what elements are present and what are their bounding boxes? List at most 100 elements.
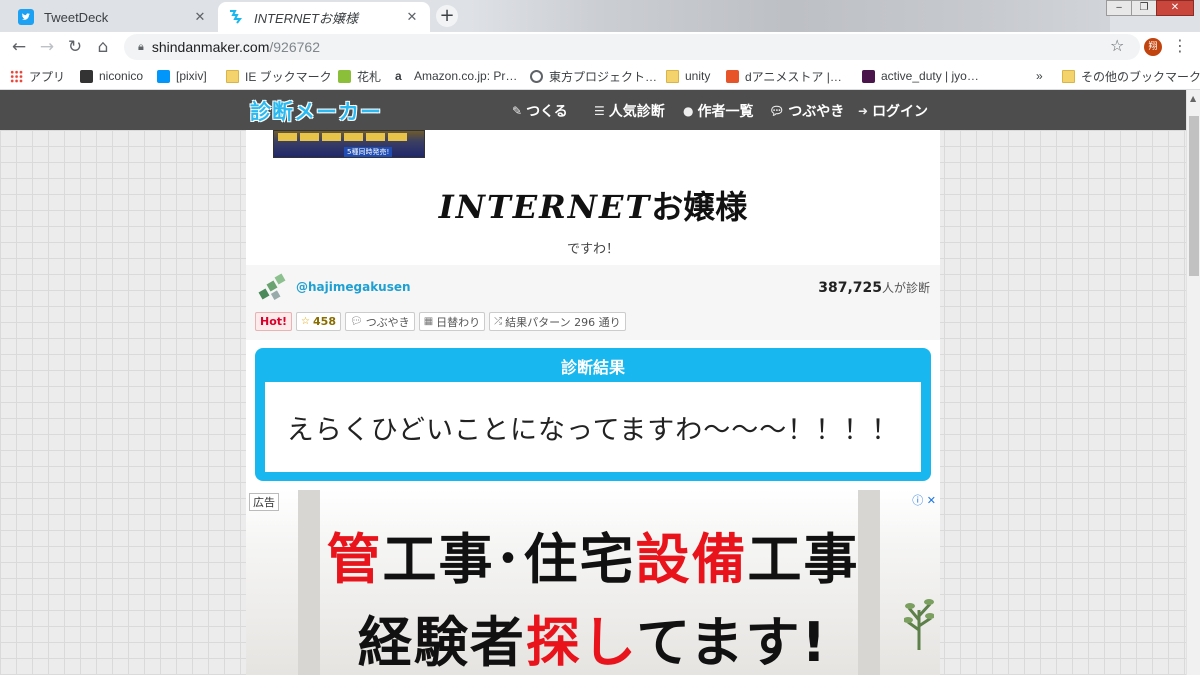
bookmark-hanafuda[interactable]: 花札	[338, 67, 381, 85]
nav-tweets[interactable]: 💬︎ つぶやき	[769, 101, 844, 121]
tweets-button[interactable]: 💬︎ つぶやき	[344, 312, 415, 331]
hot-badge: Hot!	[255, 312, 293, 331]
comment-icon: 💬︎	[349, 316, 363, 327]
folder-icon	[666, 69, 679, 83]
maximize-button[interactable]: ❐	[1131, 0, 1157, 16]
tab-internet-ojousama[interactable]: INTERNETお嬢様 ✕	[218, 2, 430, 32]
bookmark-label: unity	[685, 69, 711, 83]
bookmark-apps[interactable]: アプリ	[10, 67, 65, 85]
user-icon: ●	[683, 104, 694, 118]
globe-icon	[530, 69, 543, 83]
minimize-button[interactable]: ‒	[1106, 0, 1132, 16]
new-tab-button[interactable]: +	[436, 5, 458, 27]
count-number: 387,725	[818, 280, 882, 296]
hanafuda-icon	[338, 69, 351, 83]
bookmark-active-duty[interactable]: active_duty | jyo…	[862, 67, 979, 85]
nav-authors[interactable]: ● 作者一覧	[683, 101, 753, 121]
bookmark-niconico[interactable]: niconico	[80, 67, 143, 85]
bookmark-unity-folder[interactable]: unity	[666, 67, 710, 85]
bookmark-label: dアニメストア |…	[745, 69, 842, 84]
url-host: shindanmaker.com	[151, 39, 270, 55]
ad-label: 広告	[249, 493, 279, 511]
tab-title: INTERNETお嬢様	[254, 10, 359, 26]
back-arrow-icon[interactable]: ←	[8, 36, 30, 58]
result-heading: 診断結果	[560, 358, 625, 377]
page-scrollbar[interactable]: ▲	[1186, 90, 1200, 675]
promo-banner-image[interactable]: 5種同時発売!	[273, 130, 425, 158]
edit-icon: ✎	[512, 104, 523, 118]
nav-create[interactable]: ✎ つくる	[512, 101, 568, 121]
bookmark-label: Amazon.co.jp: Pr…	[414, 69, 518, 83]
menu-kebab-icon[interactable]: ⋮	[1172, 36, 1188, 55]
shindanmaker-favicon-icon	[228, 9, 244, 25]
bookmark-label: [pixiv]	[176, 69, 207, 83]
home-icon[interactable]: ⌂	[92, 36, 114, 58]
url-path: /926762	[269, 39, 320, 55]
bookmark-touhou[interactable]: 東方プロジェクト…	[530, 67, 657, 85]
count-suffix: 人が診断	[881, 281, 930, 295]
site-logo[interactable]: 診断メーカー	[250, 96, 382, 126]
tweets-label: つぶやき	[365, 315, 410, 329]
forward-arrow-icon[interactable]: →	[36, 36, 58, 58]
favorite-button[interactable]: ☆ 458	[296, 312, 341, 331]
tab-tweetdeck[interactable]: TweetDeck ✕	[8, 2, 218, 32]
comments-icon: 💬︎	[769, 104, 785, 118]
reload-icon[interactable]: ↻	[64, 36, 86, 58]
list-icon: ☰	[594, 104, 605, 118]
nav-label: ログイン	[872, 104, 929, 120]
ad-text: 工事	[747, 528, 860, 591]
result-box: 診断結果 えらくひどいことになってますわ〜〜〜！！！！	[255, 348, 931, 481]
nav-label: 人気診断	[608, 104, 665, 120]
diagnosis-count: 387,725人が診断	[818, 279, 930, 296]
patterns-label: 結果パターン 296 通り	[505, 315, 621, 329]
diagnosis-badges: Hot! ☆ 458 💬︎ つぶやき ▦ 日替わり ⤮ 結果パターン 296 通り	[255, 312, 626, 331]
bookmark-label: active_duty | jyo…	[881, 69, 979, 83]
diagnosis-info: @hajimegakusen 387,725人が診断 Hot! ☆ 458 💬︎ つ…	[246, 265, 940, 340]
star-icon: ☆	[301, 316, 311, 327]
ad-text: 経験者	[357, 611, 526, 674]
close-window-button[interactable]: ✕	[1156, 0, 1194, 16]
calendar-icon: ▦	[423, 316, 434, 327]
banner-caption: 5種同時発売!	[344, 147, 393, 157]
author-avatar[interactable]	[256, 270, 290, 304]
banner-thumbnails	[278, 133, 407, 141]
bookmark-ie-folder[interactable]: IE ブックマーク	[226, 67, 332, 85]
nav-popular[interactable]: ☰ 人気診断	[594, 101, 665, 121]
title-jp: お嬢様	[651, 188, 748, 226]
bookmark-danime[interactable]: dアニメストア |…	[726, 67, 842, 85]
ad-info-close-icon[interactable]: ⓘ ✕	[912, 492, 936, 508]
advertisement[interactable]: 広告 ⓘ ✕ 管工事･住宅設備工事 経験者探してます!	[246, 490, 940, 675]
ad-headline-2: 経験者探してます!	[246, 598, 940, 675]
tab-close-icon[interactable]: ✕	[404, 9, 420, 25]
daily-label: 日替わり	[436, 315, 481, 329]
profile-avatar[interactable]: 翔	[1144, 38, 1162, 56]
site-header: 診断メーカー ✎ つくる ☰ 人気診断 ● 作者一覧 💬︎ つぶやき ➜ ログイン	[0, 90, 1186, 130]
bookmark-pixiv[interactable]: [pixiv]	[157, 67, 207, 85]
bookmark-label: IE ブックマーク	[245, 69, 332, 84]
pixiv-icon	[157, 69, 170, 83]
tab-strip: TweetDeck ✕ INTERNETお嬢様 ✕ + ‒ ❐ ✕	[0, 0, 1200, 32]
bookmarks-bar: アプリ niconico [pixiv] IE ブックマーク 花札 a Amaz…	[0, 62, 1200, 90]
scrollbar-thumb[interactable]	[1189, 116, 1199, 276]
diagnosis-title: INTERNETお嬢様	[246, 182, 940, 228]
bookmark-other-folder[interactable]: その他のブックマーク	[1062, 67, 1200, 85]
bookmark-star-icon[interactable]: ☆	[1110, 36, 1124, 55]
bookmarks-overflow-chevron-icon[interactable]: »	[1036, 67, 1043, 85]
nav-label: つぶやき	[788, 104, 845, 120]
bookmark-label: 東方プロジェクト…	[549, 69, 658, 84]
twitter-icon	[18, 9, 34, 25]
scroll-up-icon[interactable]: ▲	[1190, 94, 1196, 103]
ad-text: 管	[326, 528, 383, 591]
amazon-icon: a	[395, 68, 402, 83]
address-bar[interactable]: 🔒︎ shindanmaker.com/926762	[124, 34, 1140, 60]
slack-icon	[862, 69, 875, 83]
ad-text: 探し	[525, 611, 637, 674]
bookmark-amazon[interactable]: a Amazon.co.jp: Pr…	[395, 67, 517, 85]
favorite-count: 458	[313, 315, 336, 328]
bookmark-label: アプリ	[29, 69, 66, 84]
ad-headline-1: 管工事･住宅設備工事	[246, 515, 940, 594]
tab-close-icon[interactable]: ✕	[192, 9, 208, 25]
author-link[interactable]: @hajimegakusen	[296, 280, 411, 294]
shuffle-icon: ⤮	[494, 316, 503, 327]
nav-login[interactable]: ➜ ログイン	[858, 101, 928, 121]
